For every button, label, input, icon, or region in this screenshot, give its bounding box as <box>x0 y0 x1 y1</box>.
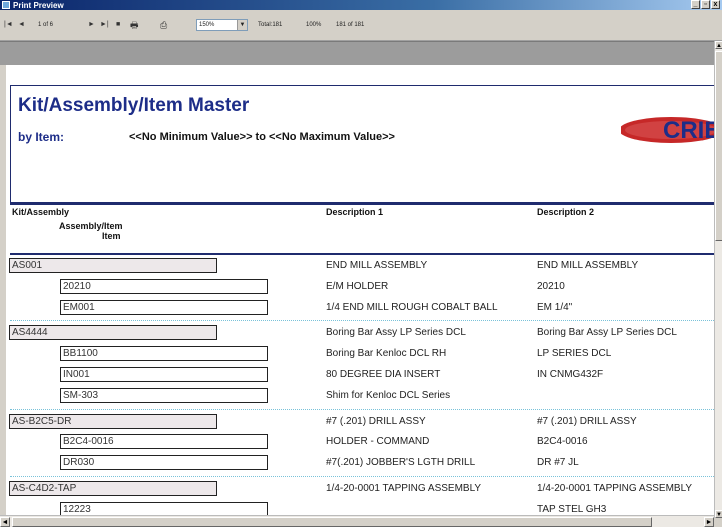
item-row: B2C4-0016 HOLDER - COMMAND B2C4-0016 <box>6 432 714 452</box>
report-page: Kit/Assembly/Item Master by Item: <<No M… <box>6 65 714 515</box>
item-description-2: DR #7 JL <box>537 457 579 469</box>
kit-row: AS-C4D2-TAP 1/4-20-0001 TAPPING ASSEMBLY 1… <box>6 479 714 499</box>
item-row: IN001 80 DEGREE DIA INSERT IN CNMG432F <box>6 365 714 385</box>
vertical-scroll-thumb[interactable] <box>715 51 722 241</box>
item-description-1: E/M HOLDER <box>326 280 389 292</box>
kit-description-1: 1/4-20-0001 TAPPING ASSEMBLY <box>326 483 482 494</box>
window-title: Print Preview <box>13 0 64 10</box>
kit-code-box: AS-C4D2-TAP <box>9 481 217 496</box>
kit-code-box: AS-B2C5-DR <box>9 413 217 429</box>
kit-description-1: END MILL ASSEMBLY <box>326 260 428 271</box>
scroll-right-arrow-icon[interactable]: ► <box>704 517 714 527</box>
vertical-scrollbar[interactable]: ▲ ▼ <box>714 41 722 518</box>
zoom-value: 150% <box>199 22 215 28</box>
group-separator <box>10 320 714 322</box>
logo-text: CRIB <box>663 117 714 144</box>
chevron-down-icon[interactable]: ▼ <box>237 20 247 30</box>
horizontal-scrollbar[interactable]: ◄ ► <box>0 515 714 527</box>
print-icon[interactable]: 🖶 <box>130 20 139 30</box>
kit-row: AS-B2C5-DR #7 (.201) DRILL ASSY #7 (.201) … <box>6 412 714 432</box>
records-count: 181 of 181 <box>336 22 365 28</box>
by-item-label: by Item: <box>18 130 65 144</box>
item-row: SM-303 Shim for Kenloc DCL Series <box>6 386 714 406</box>
item-description-1: HOLDER - COMMAND <box>326 436 430 448</box>
item-row: 12223 TAP STEL GH3 <box>6 500 714 515</box>
item-row: 20210 E/M HOLDER 20210 <box>6 277 714 297</box>
col-kit-assembly: Kit/Assembly <box>12 207 70 217</box>
scroll-up-arrow-icon[interactable]: ▲ <box>715 41 722 49</box>
item-description-2: LP SERIES DCL <box>537 348 612 360</box>
group-separator <box>10 476 714 477</box>
prev-page-button[interactable]: ◄ <box>18 20 25 30</box>
next-page-button[interactable]: ► <box>88 20 95 30</box>
kit-description-2: Boring Bar Assy LP Series DCL <box>537 327 677 339</box>
item-description-2: IN CNMG432F <box>537 369 604 380</box>
scroll-down-arrow-icon[interactable]: ▼ <box>715 510 722 518</box>
item-description-2: 20210 <box>537 280 565 292</box>
item-description-1: 80 DEGREE DIA INSERT <box>326 369 441 380</box>
item-row: BB1100 Boring Bar Kenloc DCL RH LP SERIES … <box>6 344 714 364</box>
kit-description-1: Boring Bar Assy LP Series DCL <box>326 327 466 339</box>
item-description-1: Boring Bar Kenloc DCL RH <box>326 348 447 360</box>
kit-description-2: #7 (.201) DRILL ASSY <box>537 415 637 427</box>
window-title-bar[interactable]: Print Preview _ ▫ x <box>0 0 722 10</box>
item-code-box: 12223 <box>60 501 268 515</box>
kit-row: AS4444 Boring Bar Assy LP Series DCL Borin… <box>6 323 714 343</box>
item-code-box: B2C4-0016 <box>60 434 268 450</box>
kit-row: AS001 END MILL ASSEMBLY END MILL ASSEMBLY <box>6 256 714 276</box>
group-separator <box>10 408 714 410</box>
horizontal-scroll-thumb[interactable] <box>12 517 652 527</box>
kit-code-box: AS4444 <box>9 325 217 341</box>
col-description-1: Description 1 <box>326 207 384 217</box>
col-assembly-item: Assembly/Item <box>59 221 123 231</box>
item-description-1: #7(.201) JOBBER'S LGTH DRILL <box>326 457 476 469</box>
kit-code-box: AS001 <box>9 258 217 273</box>
range-text: <<No Minimum Value>> to <<No Maximum Val… <box>129 131 395 143</box>
page-margin-strip <box>0 41 714 65</box>
first-page-button[interactable]: |◄ <box>4 20 13 30</box>
kit-description-1: #7 (.201) DRILL ASSY <box>326 415 426 427</box>
scroll-left-arrow-icon[interactable]: ◄ <box>0 517 10 527</box>
minimize-button[interactable]: _ <box>691 0 700 9</box>
last-page-button[interactable]: ►| <box>100 20 109 30</box>
kit-description-2: 1/4-20-0001 TAPPING ASSEMBLY <box>537 483 693 494</box>
item-description-2: EM 1/4" <box>537 301 573 313</box>
item-description-1: 1/4 END MILL ROUGH COBALT BALL <box>326 301 498 313</box>
item-row: DR030 #7(.201) JOBBER'S LGTH DRILL DR #7 J… <box>6 453 714 473</box>
app-icon <box>2 1 10 9</box>
preview-toolbar: |◄ ◄ 1 of 6 ► ►| ■ 🖶 ⎙ 150% ▼ Total:181 … <box>0 10 722 41</box>
total-count: Total:181 <box>258 22 283 28</box>
page-indicator: 1 of 6 <box>38 22 54 28</box>
stop-button[interactable]: ■ <box>116 20 120 30</box>
kit-description-2: END MILL ASSEMBLY <box>537 260 639 271</box>
item-row: EM001 1/4 END MILL ROUGH COBALT BALL EM 1/… <box>6 298 714 318</box>
percent-loaded: 100% <box>306 22 322 28</box>
close-button[interactable]: x <box>711 0 720 9</box>
export-icon[interactable]: ⎙ <box>160 20 167 30</box>
item-code-box: EM001 <box>60 299 268 315</box>
item-description-1: Shim for Kenloc DCL Series <box>326 389 451 401</box>
maximize-button[interactable]: ▫ <box>701 0 710 9</box>
header-rule <box>10 253 714 255</box>
item-description-2: TAP STEL GH3 <box>537 503 607 515</box>
crib-logo: CRIB <box>621 117 714 144</box>
item-code-box: IN001 <box>60 367 268 382</box>
col-description-2: Description 2 <box>537 207 595 217</box>
col-item: Item <box>102 231 121 241</box>
item-code-box: SM-303 <box>60 387 268 403</box>
item-code-box: 20210 <box>60 278 268 294</box>
report-title: Kit/Assembly/Item Master <box>18 95 250 116</box>
zoom-select[interactable]: 150% ▼ <box>196 19 248 31</box>
item-code-box: BB1100 <box>60 346 268 362</box>
item-description-2: B2C4-0016 <box>537 436 588 448</box>
item-code-box: DR030 <box>60 455 268 471</box>
